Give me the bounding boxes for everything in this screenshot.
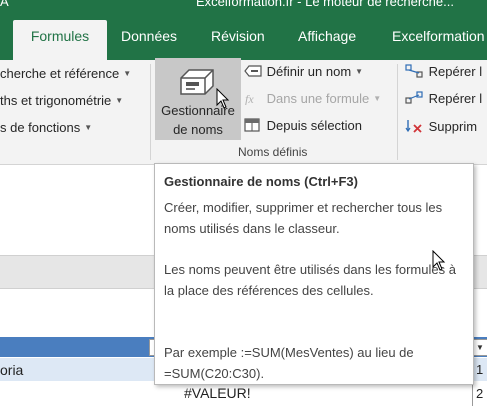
create-from-selection-button[interactable]: Depuis sélection bbox=[243, 118, 362, 133]
group-separator bbox=[397, 64, 398, 160]
tab-donnees[interactable]: Données bbox=[121, 22, 177, 60]
cell-number: 2 bbox=[476, 386, 484, 401]
cell-text: oria bbox=[0, 362, 24, 378]
chevron-down-icon: ▼ bbox=[355, 67, 364, 76]
math-trig-label: ths et trigonométrie bbox=[0, 93, 112, 108]
chevron-down-icon: ▼ bbox=[115, 96, 124, 105]
use-in-formula-icon: fx bbox=[245, 92, 254, 106]
create-from-selection-icon bbox=[244, 118, 260, 132]
define-name-button[interactable]: Définir un nom ▼ bbox=[243, 64, 363, 79]
remove-arrows-label: Supprim bbox=[428, 119, 478, 134]
name-manager-tooltip: Gestionnaire de noms (Ctrl+F3) Créer, mo… bbox=[154, 163, 474, 385]
trace-precedents-label: Repérer l bbox=[428, 64, 483, 79]
tab-revision[interactable]: Révision bbox=[211, 22, 265, 60]
excel-logo-icon: A bbox=[0, 0, 9, 9]
chevron-down-icon: ▼ bbox=[373, 94, 382, 103]
svg-text:fx: fx bbox=[245, 92, 254, 105]
tab-affichage[interactable]: Affichage bbox=[298, 22, 356, 60]
group-separator bbox=[150, 64, 151, 160]
cell-number: 1 bbox=[476, 362, 484, 377]
name-manager-label-line2: de noms bbox=[173, 122, 223, 137]
remove-arrows-icon bbox=[405, 120, 422, 133]
filter-dropdown-icon[interactable]: ▼ bbox=[472, 339, 487, 356]
trace-precedents-icon bbox=[405, 64, 423, 78]
tooltip-paragraph-2: Les noms peuvent être utilisés dans les … bbox=[164, 262, 456, 298]
define-name-label: Définir un nom bbox=[266, 64, 352, 79]
chevron-down-icon: ▼ bbox=[84, 123, 93, 132]
name-manager-icon bbox=[180, 69, 214, 95]
group-label-noms-definis: Noms définis bbox=[238, 145, 308, 159]
mouse-pointer-icon bbox=[216, 88, 230, 109]
tab-excelformation[interactable]: Excelformation bbox=[392, 22, 485, 60]
lookup-reference-label: cherche et référence bbox=[0, 66, 120, 81]
tooltip-paragraph-1: Créer, modifier, supprimer et rechercher… bbox=[164, 200, 443, 236]
create-from-selection-label: Depuis sélection bbox=[266, 118, 363, 133]
trace-dependents-button[interactable]: Repérer l bbox=[405, 91, 482, 106]
window-title: Excelformation.fr - Le moteur de recherc… bbox=[196, 0, 454, 9]
trace-dependents-label: Repérer l bbox=[428, 91, 483, 106]
chevron-down-icon: ▼ bbox=[123, 69, 132, 78]
tooltip-title: Gestionnaire de noms (Ctrl+F3) bbox=[164, 174, 358, 189]
cell-error-value: #VALEUR! bbox=[184, 385, 251, 401]
lookup-reference-dropdown[interactable]: cherche et référence ▼ bbox=[0, 66, 131, 81]
define-name-icon bbox=[244, 65, 262, 77]
use-in-formula-button[interactable]: fx Dans une formule ▼ bbox=[243, 91, 381, 106]
more-functions-dropdown[interactable]: s de fonctions ▼ bbox=[0, 120, 92, 135]
remove-arrows-button[interactable]: Supprim bbox=[405, 118, 477, 134]
tooltip-paragraph-3: Par exemple :=SUM(MesVentes) au lieu de … bbox=[164, 345, 414, 381]
math-trig-dropdown[interactable]: ths et trigonométrie ▼ bbox=[0, 93, 123, 108]
use-in-formula-label: Dans une formule bbox=[266, 91, 370, 106]
tab-formules[interactable]: Formules bbox=[13, 20, 107, 60]
trace-dependents-icon bbox=[405, 91, 423, 104]
mouse-pointer-icon bbox=[432, 250, 446, 271]
more-functions-label: s de fonctions bbox=[0, 120, 81, 135]
trace-precedents-button[interactable]: Repérer l bbox=[405, 64, 482, 79]
